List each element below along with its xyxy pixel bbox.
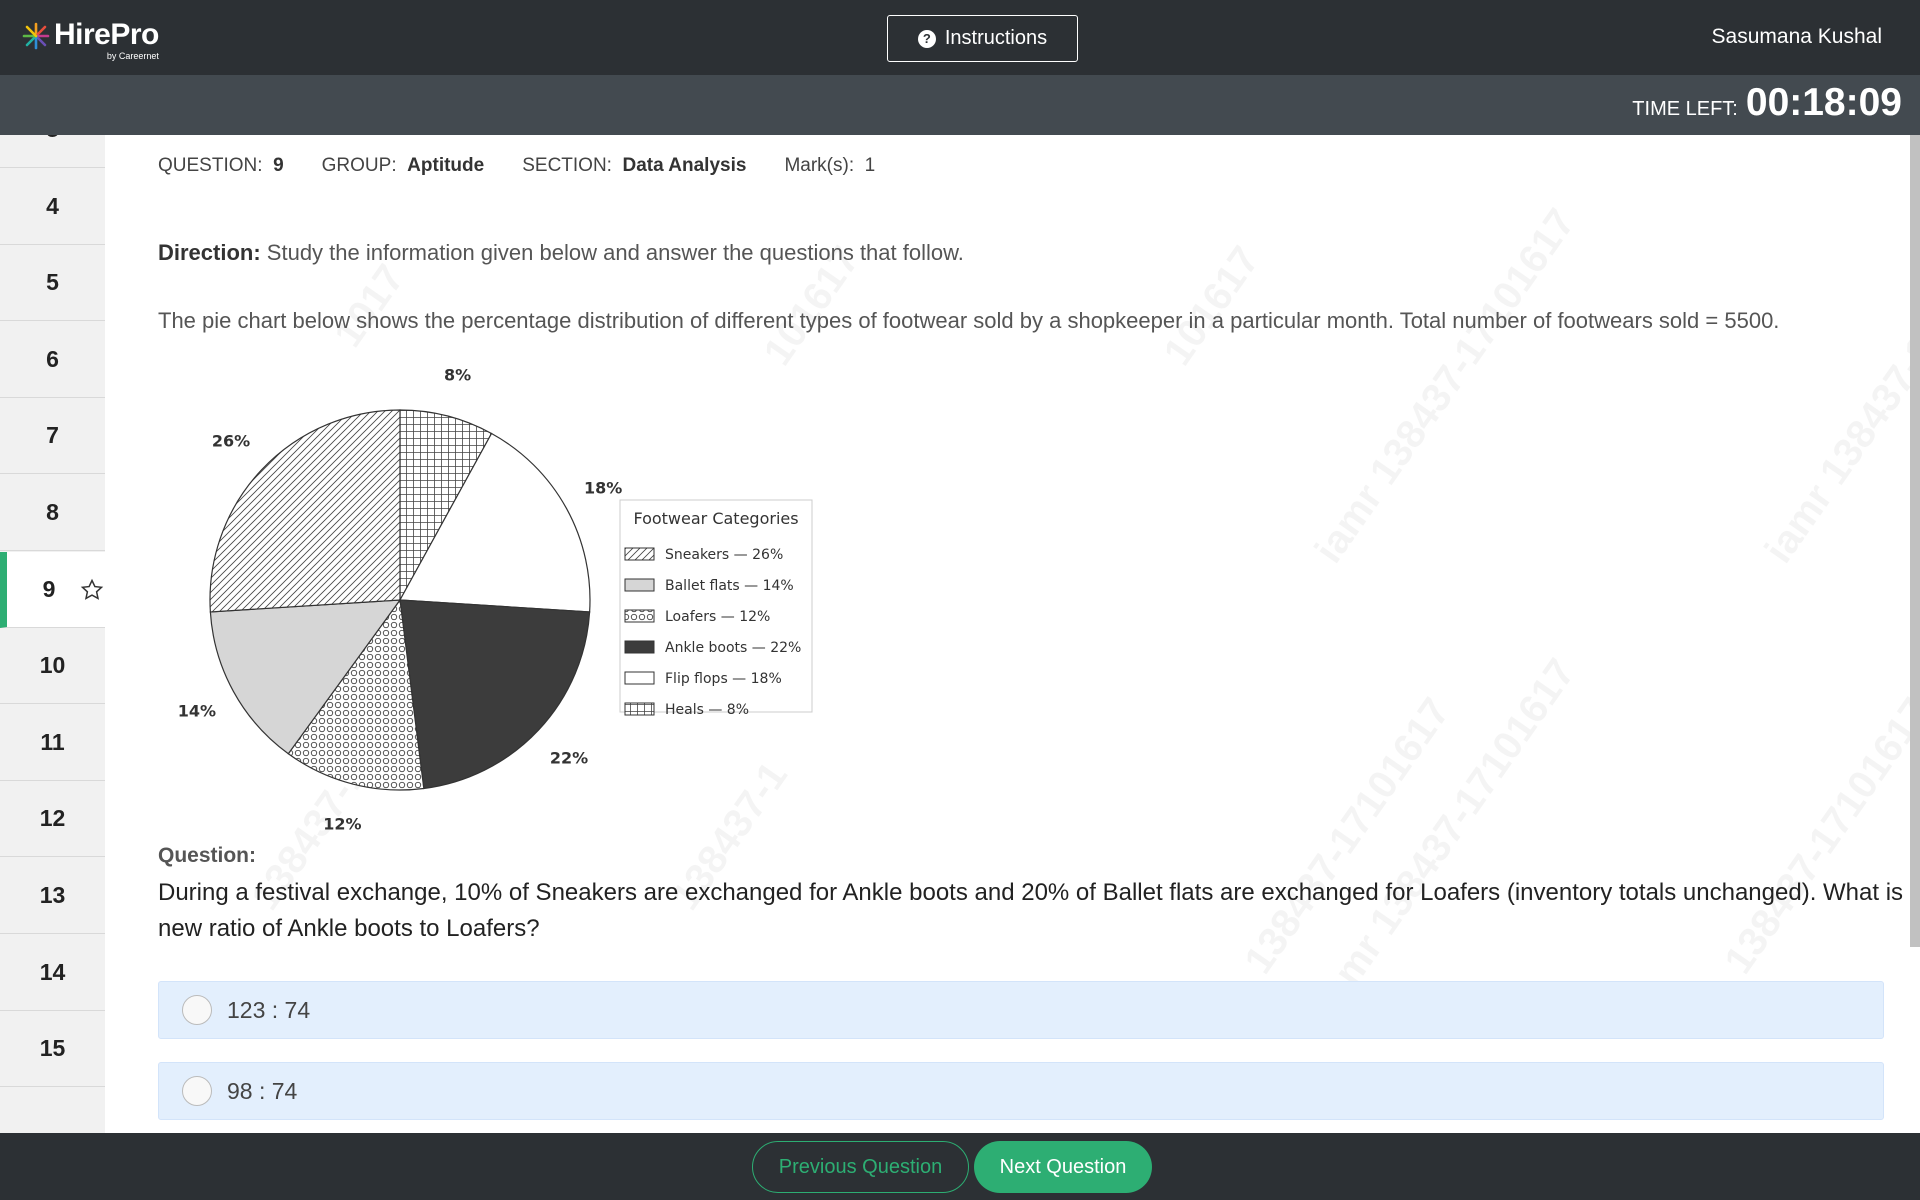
- top-bar: HirePro by Careernet ? Instructions Sasu…: [0, 0, 1920, 75]
- question-nav-number: 3: [46, 135, 59, 143]
- question-meta: QUESTION: 9 GROUP: Aptitude SECTION: Dat…: [158, 155, 875, 177]
- question-nav-number: 4: [46, 192, 59, 219]
- previous-question-button[interactable]: Previous Question: [752, 1141, 969, 1193]
- logo-text: HirePro: [54, 18, 159, 51]
- question-nav-item-14[interactable]: 14: [0, 935, 105, 1011]
- question-nav-item-11[interactable]: 11: [0, 705, 105, 781]
- question-nav-item-15[interactable]: 15: [0, 1011, 105, 1088]
- question-nav-number: 10: [39, 652, 66, 679]
- question-marks: Mark(s): 1: [784, 155, 876, 176]
- logo-subtext: by Careernet: [106, 51, 159, 61]
- legend-swatch: [624, 578, 655, 592]
- option-2[interactable]: 98 : 74: [158, 1062, 1884, 1120]
- direction-text: Direction: Study the information given b…: [158, 240, 964, 265]
- footer-bar: Previous Question Next Question: [0, 1133, 1920, 1200]
- question-nav-item-5[interactable]: 5: [0, 245, 105, 322]
- watermark-text: iamr 138437-17101617: [1307, 201, 1584, 571]
- legend-entry: Loafers — 12%: [665, 609, 770, 625]
- question-nav-number: 14: [39, 958, 66, 985]
- question-label: Question:: [158, 844, 256, 867]
- question-nav-item-8[interactable]: 8: [0, 475, 105, 551]
- pie-slice-label: 26%: [212, 431, 250, 450]
- question-circle-icon: ?: [917, 29, 936, 48]
- question-text: During a festival exchange, 10% of Sneak…: [158, 879, 1920, 942]
- watermark-text: 1017: [326, 257, 413, 355]
- question-nav-number: 9: [42, 575, 56, 602]
- watermark-text: iamr 138437-17101617: [1307, 651, 1584, 1021]
- timer-label: TIME LEFT:: [1632, 98, 1738, 120]
- question-nav-number: 13: [39, 882, 66, 908]
- question-navigator: 3 4 5 6 7 8 9 10 11 12 13 14 15: [0, 135, 105, 1133]
- option-text: 98 : 74: [227, 1077, 298, 1104]
- legend-swatch: [624, 640, 655, 654]
- option-radio[interactable]: [182, 1076, 212, 1106]
- option-text: 123 : 74: [227, 996, 311, 1023]
- question-nav-item-6[interactable]: 6: [0, 322, 105, 398]
- question-nav-number: 5: [46, 269, 59, 296]
- passage-text: The pie chart below shows the percentage…: [158, 308, 1780, 333]
- legend-swatch: [624, 609, 655, 623]
- question-nav-item-13[interactable]: 13: [0, 858, 105, 934]
- question-nav-number: 12: [39, 805, 66, 832]
- bookmark-star-icon[interactable]: [80, 578, 104, 602]
- question-number: QUESTION: 9: [158, 155, 284, 176]
- legend-entry: Flip flops — 18%: [665, 671, 782, 687]
- timer-bar: TIME LEFT: 00:18:09: [0, 75, 1920, 135]
- legend-entry: Ballet flats — 14%: [665, 578, 794, 594]
- option-radio[interactable]: [182, 995, 212, 1025]
- legend-swatch: [624, 702, 655, 716]
- question-nav-number: 7: [46, 422, 59, 449]
- pie-slice-label: 14%: [178, 702, 216, 721]
- pie-slice-label: 12%: [323, 815, 361, 834]
- scrollbar-thumb[interactable]: [1910, 135, 1920, 947]
- next-question-button[interactable]: Next Question: [974, 1141, 1152, 1193]
- pie-slice-label: 18%: [584, 478, 622, 497]
- timer: TIME LEFT: 00:18:09: [1632, 81, 1902, 125]
- legend-entry: Heals — 8%: [665, 702, 749, 718]
- pie-slice-label: 8%: [444, 365, 471, 384]
- question-panel: 1017101617101617iamr 138437-17101617iamr…: [105, 135, 1920, 1133]
- question-nav-number: 15: [39, 1035, 66, 1062]
- timer-value: 00:18:09: [1745, 81, 1902, 124]
- question-nav-item-10[interactable]: 10: [0, 628, 105, 705]
- question-nav-item-12[interactable]: 12: [0, 781, 105, 858]
- instructions-button[interactable]: ? Instructions: [887, 15, 1078, 62]
- question-group: GROUP: Aptitude: [321, 155, 485, 176]
- question-nav-item-4[interactable]: 4: [0, 169, 105, 245]
- question-nav-item-3[interactable]: 3: [0, 135, 105, 168]
- instructions-label: Instructions: [944, 27, 1048, 49]
- watermark-text: 101617: [1155, 239, 1268, 374]
- hirepro-logo: HirePro by Careernet: [22, 18, 159, 61]
- pie-slice-label: 22%: [550, 749, 588, 768]
- question-nav-number: 6: [46, 345, 59, 372]
- question-section: SECTION: Data Analysis: [522, 155, 747, 176]
- question-nav-number: 8: [46, 499, 59, 525]
- legend-entry: Ankle boots — 22%: [665, 640, 801, 656]
- legend-swatch: [624, 547, 655, 561]
- question-nav-item-7[interactable]: 7: [0, 398, 105, 475]
- option-1[interactable]: 123 : 74: [158, 981, 1884, 1039]
- user-name: Sasumana Kushal: [1711, 25, 1882, 48]
- legend-title: Footwear Categories: [633, 509, 798, 528]
- legend-swatch: [624, 671, 655, 685]
- question-nav-item-9[interactable]: 9: [0, 551, 105, 628]
- logo-star-icon: [22, 22, 50, 50]
- legend-entry: Sneakers — 26%: [665, 547, 783, 563]
- question-nav-number: 11: [40, 728, 65, 755]
- watermark-text: iamr 138437-17101617: [1757, 201, 1920, 571]
